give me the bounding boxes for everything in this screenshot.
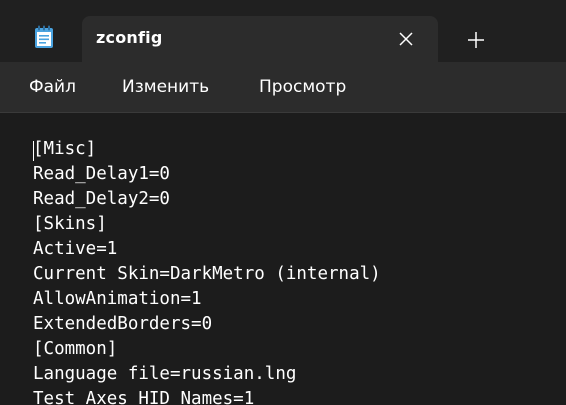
editor-line: Test Axes HID Names=1 — [33, 389, 255, 405]
editor-line: Active=1 — [33, 239, 118, 259]
text-caret — [33, 141, 34, 161]
editor-line: Read_Delay2=0 — [33, 189, 170, 209]
notepad-icon — [34, 25, 54, 49]
editor-line: Language file=russian.lng — [33, 364, 297, 384]
plus-icon[interactable] — [462, 26, 490, 54]
tab-zconfig[interactable]: zconfig — [82, 16, 438, 62]
notepad-window: zconfig Файл Изменить Просмотр [Misc] Re… — [0, 0, 566, 405]
title-bar: zconfig — [0, 0, 566, 62]
tab-title: zconfig — [96, 28, 163, 47]
menu-file[interactable]: Файл — [29, 77, 76, 97]
menu-view[interactable]: Просмотр — [259, 77, 346, 97]
editor-line: Current Skin=DarkMetro (internal) — [33, 264, 381, 284]
editor-line: AllowAnimation=1 — [33, 289, 202, 309]
editor-line: [Skins] — [33, 214, 107, 234]
close-icon[interactable] — [392, 25, 420, 53]
editor-line: ExtendedBorders=0 — [33, 314, 213, 334]
editor-line: Read_Delay1=0 — [33, 164, 170, 184]
editor-lines: [Misc] Read_Delay1=0 Read_Delay2=0 [Skin… — [33, 137, 381, 405]
menu-bar: Файл Изменить Просмотр — [0, 62, 566, 112]
text-editor[interactable]: [Misc] Read_Delay1=0 Read_Delay2=0 [Skin… — [0, 113, 566, 405]
editor-line: [Common] — [33, 339, 118, 359]
editor-line: [Misc] — [33, 139, 97, 159]
menu-edit[interactable]: Изменить — [122, 77, 209, 97]
